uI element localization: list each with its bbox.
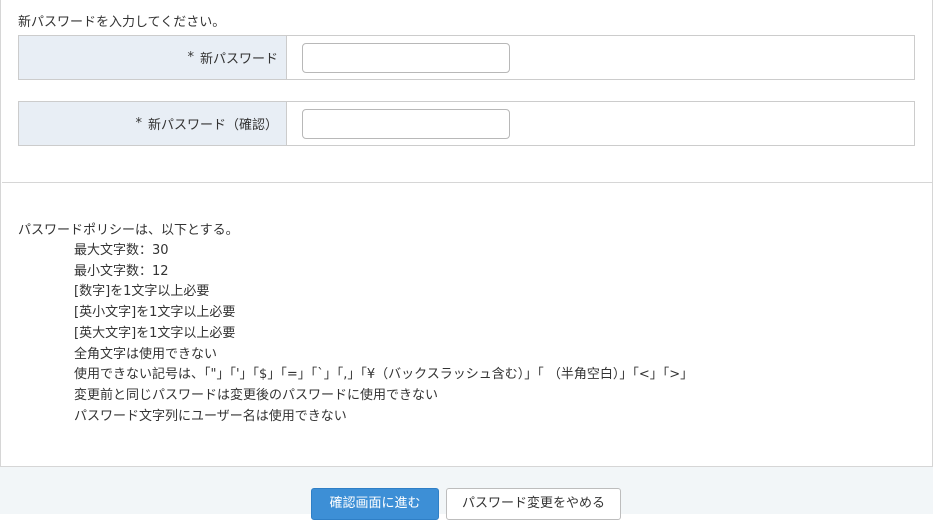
policy-item-lowercase: [英小文字]を1文字以上必要 <box>74 305 236 321</box>
confirm-password-field-cell <box>287 102 914 145</box>
policy-item-no-username: パスワード文字列にユーザー名は使用できない <box>74 408 347 424</box>
policy-heading: パスワードポリシーは、以下とする。 <box>18 223 239 238</box>
confirm-password-row: * 新パスワード（確認） <box>18 101 915 146</box>
policy-item-fullwidth: 全角文字は使用できない <box>74 346 218 362</box>
new-password-input[interactable] <box>302 42 510 73</box>
policy-list: 最大文字数：30 最小文字数：12 [数字]を1文字以上必要 [英小文字]を1文… <box>18 241 693 427</box>
password-form-panel: 新パスワードを入力してください。 * 新パスワード * 新パスワード（確認） パ… <box>0 0 933 467</box>
confirm-password-input[interactable] <box>302 108 510 139</box>
confirm-password-label: 新パスワード（確認） <box>147 118 278 133</box>
new-password-label-cell: * 新パスワード <box>19 36 287 79</box>
policy-item-digit: [数字]を1文字以上必要 <box>74 284 210 300</box>
section-divider <box>2 182 933 183</box>
password-policy: パスワードポリシーは、以下とする。 最大文字数：30 最小文字数：12 [数字]… <box>18 220 693 427</box>
required-mark: * <box>135 116 142 131</box>
confirm-button[interactable]: 確認画面に進む <box>311 488 439 520</box>
policy-item-no-reuse: 変更前と同じパスワードは変更後のパスワードに使用できない <box>74 387 439 403</box>
policy-item-max-length: 最大文字数：30 <box>74 243 169 258</box>
cancel-change-button[interactable]: パスワード変更をやめる <box>446 488 621 520</box>
form-intro-text: 新パスワードを入力してください。 <box>18 15 226 30</box>
policy-item-forbidden-symbols: 使用できない記号は、「"」「'」「$」「=」「`」「,」「¥（バックスラッシュ含… <box>74 367 694 383</box>
form-footer: 確認画面に進む パスワード変更をやめる <box>0 467 933 520</box>
policy-item-uppercase: [英大文字]を1文字以上必要 <box>74 325 236 341</box>
policy-item-min-length: 最小文字数：12 <box>74 263 169 279</box>
confirm-password-label-cell: * 新パスワード（確認） <box>19 102 287 145</box>
password-change-page: 新パスワードを入力してください。 * 新パスワード * 新パスワード（確認） パ… <box>0 0 933 520</box>
new-password-field-cell <box>287 36 914 79</box>
new-password-row: * 新パスワード <box>18 35 915 80</box>
required-mark: * <box>187 50 194 65</box>
new-password-label: 新パスワード <box>199 52 278 67</box>
